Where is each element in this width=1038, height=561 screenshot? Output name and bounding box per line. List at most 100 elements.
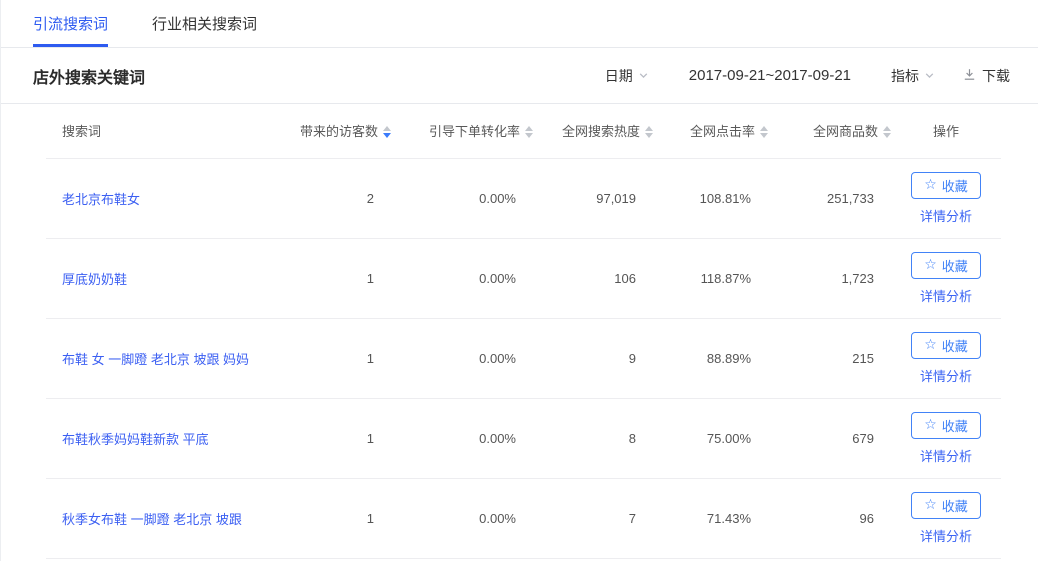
keyword-link[interactable]: 布鞋 女 一脚蹬 老北京 坡跟 妈妈 [62, 352, 249, 367]
visitors-cell: 1 [291, 398, 391, 478]
action-cell: ☆ 收藏详情分析 [891, 238, 1001, 318]
column-label: 全网点击率 [690, 121, 755, 140]
table-header-row: 搜索词 带来的访客数 引导下单转化率 全网搜索热度 全网点击率 全网商品数 操作 [46, 104, 1001, 158]
favorite-button[interactable]: ☆ 收藏 [911, 172, 981, 199]
conversion-rate-cell: 0.00% [391, 318, 533, 398]
visitors-cell: 2 [291, 158, 391, 238]
sort-icon[interactable] [383, 126, 391, 138]
column-label: 全网商品数 [813, 121, 878, 140]
keyword-cell: 秋季女布鞋 一脚蹬 老北京 坡跟 [46, 478, 291, 558]
column-label: 全网搜索热度 [562, 121, 640, 140]
action-cell: ☆ 收藏详情分析 [891, 158, 1001, 238]
keyword-link[interactable]: 布鞋秋季妈妈鞋新款 平底 [62, 432, 209, 447]
action-cell: ☆ 收藏详情分析 [891, 318, 1001, 398]
keyword-cell: 布鞋秋季妈妈鞋新款 平底 [46, 398, 291, 478]
detail-analysis-link[interactable]: 详情分析 [891, 526, 1001, 545]
star-icon: ☆ [924, 497, 937, 511]
detail-analysis-link[interactable]: 详情分析 [891, 446, 1001, 465]
date-range-value[interactable]: 2017-09-21~2017-09-21 [689, 67, 851, 84]
metric-dropdown[interactable]: 指标 [891, 66, 935, 86]
column-label: 搜索词 [62, 121, 101, 140]
column-label: 带来的访客数 [300, 121, 378, 140]
click-rate-cell: 71.43% [653, 478, 768, 558]
click-rate-cell: 88.89% [653, 318, 768, 398]
table-row: 厚底奶奶鞋 10.00%106118.87%1,723 ☆ 收藏详情分析 [46, 238, 1001, 318]
action-cell: ☆ 收藏详情分析 [891, 478, 1001, 558]
date-dropdown[interactable]: 日期 [605, 66, 649, 86]
sort-icon[interactable] [525, 126, 533, 138]
favorite-label: 收藏 [942, 256, 968, 275]
sort-icon[interactable] [645, 126, 653, 138]
star-icon: ☆ [924, 337, 937, 351]
table-row: 布鞋 女 一脚蹬 老北京 坡跟 妈妈 10.00%988.89%215 ☆ 收藏详情分… [46, 318, 1001, 398]
favorite-button[interactable]: ☆ 收藏 [911, 492, 981, 519]
tab-traffic-search-words[interactable]: 引流搜索词 [33, 0, 108, 47]
section-header: 店外搜索关键词 日期 2017-09-21~2017-09-21 指标 下载 [1, 48, 1038, 104]
keyword-cell: 老北京布鞋女 [46, 158, 291, 238]
column-header-6: 操作 [891, 104, 1001, 158]
keyword-link[interactable]: 秋季女布鞋 一脚蹬 老北京 坡跟 [62, 512, 242, 527]
click-rate-cell: 75.00% [653, 398, 768, 478]
favorite-label: 收藏 [942, 496, 968, 515]
search-heat-cell: 97,019 [533, 158, 653, 238]
conversion-rate-cell: 0.00% [391, 238, 533, 318]
products-count-cell: 1,723 [768, 238, 891, 318]
sort-icon[interactable] [883, 126, 891, 138]
column-header-5[interactable]: 全网商品数 [768, 104, 891, 158]
favorite-button[interactable]: ☆ 收藏 [911, 412, 981, 439]
detail-analysis-link[interactable]: 详情分析 [891, 366, 1001, 385]
favorite-label: 收藏 [942, 416, 968, 435]
column-header-4[interactable]: 全网点击率 [653, 104, 768, 158]
keyword-cell: 厚底奶奶鞋 [46, 238, 291, 318]
products-count-cell: 215 [768, 318, 891, 398]
column-label: 引导下单转化率 [429, 121, 520, 140]
keyword-link[interactable]: 厚底奶奶鞋 [62, 272, 127, 287]
star-icon: ☆ [924, 257, 937, 271]
search-heat-cell: 7 [533, 478, 653, 558]
chevron-down-icon [638, 68, 649, 84]
column-header-3[interactable]: 全网搜索热度 [533, 104, 653, 158]
toolbar: 日期 2017-09-21~2017-09-21 指标 下载 [605, 66, 1010, 86]
keywords-table: 搜索词 带来的访客数 引导下单转化率 全网搜索热度 全网点击率 全网商品数 操作 老北京布鞋… [46, 104, 1000, 559]
favorite-button[interactable]: ☆ 收藏 [911, 332, 981, 359]
conversion-rate-cell: 0.00% [391, 158, 533, 238]
column-label: 操作 [933, 121, 959, 140]
visitors-cell: 1 [291, 318, 391, 398]
column-header-2[interactable]: 引导下单转化率 [391, 104, 533, 158]
conversion-rate-cell: 0.00% [391, 398, 533, 478]
click-rate-cell: 108.81% [653, 158, 768, 238]
products-count-cell: 679 [768, 398, 891, 478]
visitors-cell: 1 [291, 478, 391, 558]
conversion-rate-cell: 0.00% [391, 478, 533, 558]
table-row: 老北京布鞋女 20.00%97,019108.81%251,733 ☆ 收藏详情分析 [46, 158, 1001, 238]
column-header-0: 搜索词 [46, 104, 291, 158]
column-header-1[interactable]: 带来的访客数 [291, 104, 391, 158]
tab-industry-related-search-words[interactable]: 行业相关搜索词 [152, 0, 257, 47]
star-icon: ☆ [924, 417, 937, 431]
detail-analysis-link[interactable]: 详情分析 [891, 286, 1001, 305]
download-icon [963, 68, 976, 84]
download-button[interactable]: 下载 [963, 66, 1010, 86]
visitors-cell: 1 [291, 238, 391, 318]
sort-icon[interactable] [760, 126, 768, 138]
tab-bar: 引流搜索词 行业相关搜索词 [1, 0, 1038, 48]
search-heat-cell: 106 [533, 238, 653, 318]
keyword-link[interactable]: 老北京布鞋女 [62, 192, 140, 207]
table-row: 秋季女布鞋 一脚蹬 老北京 坡跟 10.00%771.43%96 ☆ 收藏详情分析 [46, 478, 1001, 558]
products-count-cell: 251,733 [768, 158, 891, 238]
favorite-label: 收藏 [942, 176, 968, 195]
page-title: 店外搜索关键词 [33, 64, 145, 88]
products-count-cell: 96 [768, 478, 891, 558]
chevron-down-icon [924, 68, 935, 84]
date-dropdown-label: 日期 [605, 66, 633, 86]
search-heat-cell: 9 [533, 318, 653, 398]
click-rate-cell: 118.87% [653, 238, 768, 318]
detail-analysis-link[interactable]: 详情分析 [891, 206, 1001, 225]
star-icon: ☆ [924, 177, 937, 191]
metric-dropdown-label: 指标 [891, 66, 919, 86]
favorite-label: 收藏 [942, 336, 968, 355]
favorite-button[interactable]: ☆ 收藏 [911, 252, 981, 279]
action-cell: ☆ 收藏详情分析 [891, 398, 1001, 478]
keyword-cell: 布鞋 女 一脚蹬 老北京 坡跟 妈妈 [46, 318, 291, 398]
table-row: 布鞋秋季妈妈鞋新款 平底10.00%875.00%679☆收藏详情分析 [46, 398, 1001, 478]
